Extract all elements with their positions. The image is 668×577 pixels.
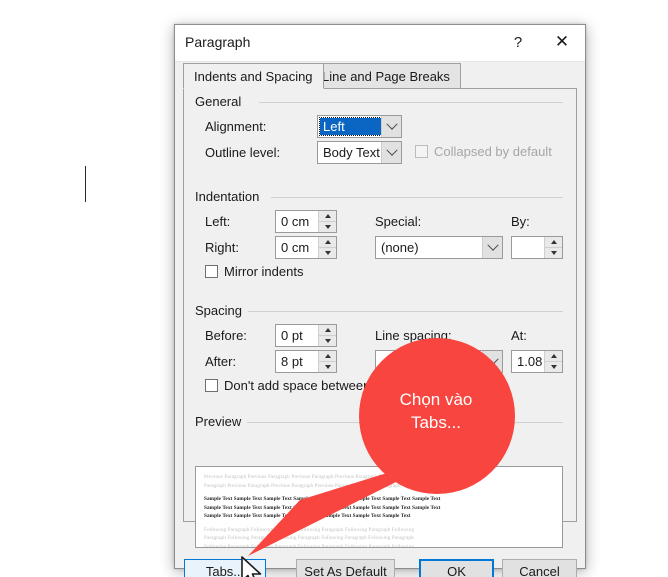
chevron-down-icon[interactable] [381,142,401,163]
checkbox-box [415,145,428,158]
preview-following-line: Following Paragraph Following Paragraph … [204,526,415,533]
dont-add-space-checkbox[interactable]: Don't add space between p [205,378,381,393]
outline-level-value: Body Text [323,145,380,160]
alignment-label: Alignment: [205,119,267,134]
preview-following-line: Following Paragraph Following Paragraph … [204,543,415,548]
tabs-button[interactable]: Tabs... [184,559,266,577]
after-label: After: [205,354,237,369]
stepper-buttons[interactable] [318,237,336,258]
help-icon[interactable]: ? [501,25,535,59]
indent-left-label: Left: [205,214,231,229]
stepper-down-icon[interactable] [319,362,336,372]
special-combo[interactable]: (none) [375,236,503,259]
document-text-caret [85,166,86,202]
collapsed-by-default-label: Collapsed by default [434,144,552,159]
preview-previous-line: Paragraph Previous Paragraph Previous Pa… [204,482,401,489]
preview-previous-line: Previous Paragraph Previous Paragraph Pr… [204,474,442,480]
mirror-indents-checkbox[interactable]: Mirror indents [205,264,303,279]
after-stepper[interactable]: 8 pt [275,350,337,373]
dialog-title: Paragraph [185,34,251,50]
stepper-buttons[interactable] [318,325,336,346]
tab-indents-and-spacing[interactable]: Indents and Spacing [183,63,324,89]
stepper-up-icon[interactable] [545,237,562,248]
indent-right-value[interactable]: 0 cm [276,237,318,258]
mirror-indents-label: Mirror indents [224,264,304,279]
tab-indents-and-spacing-label: Indents and Spacing [194,68,313,84]
stepper-up-icon[interactable] [319,211,336,222]
spacing-group-label: Spacing [195,303,248,318]
outline-level-label: Outline level: [205,145,281,160]
alignment-combo[interactable]: Left [317,115,402,138]
indentation-group-rule [271,197,563,198]
special-label: Special: [375,214,422,229]
chevron-down-icon[interactable] [381,116,401,137]
tab-line-and-page-breaks-label: Line and Page Breaks [322,68,450,84]
at-value[interactable]: 1.08 [512,351,544,372]
preview-group-label: Preview [195,414,248,429]
before-stepper[interactable]: 0 pt [275,324,337,347]
stepper-down-icon[interactable] [545,362,562,372]
alignment-value: Left [319,117,382,136]
indent-right-label: Right: [205,240,239,255]
stepper-up-icon[interactable] [545,351,562,362]
close-icon[interactable]: ✕ [545,25,579,59]
line-spacing-combo[interactable] [375,350,503,373]
by-label: By: [511,214,530,229]
spacing-group-rule [247,311,563,312]
stepper-up-icon[interactable] [319,325,336,336]
line-spacing-value [376,351,482,372]
before-value[interactable]: 0 pt [276,325,318,346]
stepper-down-icon[interactable] [319,336,336,346]
after-value[interactable]: 8 pt [276,351,318,372]
preview-group-rule [247,422,563,423]
stepper-buttons[interactable] [318,211,336,232]
stepper-buttons[interactable] [318,351,336,372]
indentation-group-label: Indentation [195,189,266,204]
cancel-button[interactable]: Cancel [502,559,577,577]
preview-sample-line: Sample Text Sample Text Sample Text Samp… [204,504,441,511]
ok-button[interactable]: OK [419,559,494,577]
indent-right-stepper[interactable]: 0 cm [275,236,337,259]
at-label: At: [511,328,527,343]
stepper-down-icon[interactable] [319,248,336,258]
special-value: (none) [381,240,419,255]
before-label: Before: [205,328,247,343]
chevron-down-icon[interactable] [482,351,502,372]
stepper-down-icon[interactable] [545,248,562,258]
screen: Paragraph ? ✕ Indents and Spacing Line a… [0,0,668,577]
preview-following-line: Paragraph Following Paragraph Following … [204,535,414,541]
dialog-titlebar: Paragraph ? ✕ [175,25,585,62]
general-group-label: General [195,94,248,109]
stepper-up-icon[interactable] [319,237,336,248]
stepper-buttons[interactable] [544,237,562,258]
paragraph-dialog: Paragraph ? ✕ Indents and Spacing Line a… [174,24,586,577]
outline-level-combo[interactable]: Body Text [317,141,402,164]
stepper-up-icon[interactable] [319,351,336,362]
preview-sample-line: Sample Text Sample Text Sample Text Samp… [204,513,411,519]
collapsed-by-default-checkbox[interactable]: Collapsed by default [415,144,552,159]
general-group-rule [259,102,563,103]
dont-add-space-label: Don't add space between p [224,378,382,393]
indent-left-value[interactable]: 0 cm [276,211,318,232]
tabstrip: Indents and Spacing Line and Page Breaks [183,63,577,89]
at-stepper[interactable]: 1.08 [511,350,563,373]
tab-line-and-page-breaks[interactable]: Line and Page Breaks [311,63,461,89]
line-spacing-label: Line spacing: [375,328,452,343]
stepper-buttons[interactable] [544,351,562,372]
preview-sample-line: Sample Text Sample Text Sample Text Samp… [204,496,441,502]
by-stepper[interactable] [511,236,563,259]
chevron-down-icon[interactable] [482,237,502,258]
by-value[interactable] [512,237,544,258]
indent-left-stepper[interactable]: 0 cm [275,210,337,233]
checkbox-box [205,379,218,392]
checkbox-box [205,265,218,278]
preview-box: Previous Paragraph Previous Paragraph Pr… [195,466,563,548]
set-as-default-button[interactable]: Set As Default [296,559,395,577]
stepper-down-icon[interactable] [319,222,336,232]
